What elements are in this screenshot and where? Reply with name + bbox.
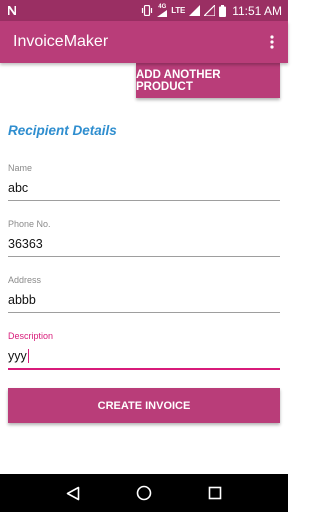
description-field[interactable]: Description yyy xyxy=(8,331,280,370)
clock-time: 11:51 xyxy=(232,3,262,18)
address-field-label: Address xyxy=(8,275,42,285)
vibrate-icon xyxy=(141,5,153,16)
description-field-underline xyxy=(8,368,280,370)
section-title: Recipient Details xyxy=(8,123,117,138)
address-input[interactable]: abbb xyxy=(8,292,280,308)
description-field-label: Description xyxy=(8,331,54,341)
phone-field[interactable]: Phone No. 36363 xyxy=(8,219,280,257)
address-field-underline xyxy=(8,312,280,313)
status-bar: 4G LTE 11:51 AM xyxy=(0,0,288,21)
notification-n-icon xyxy=(7,5,17,16)
recents-icon[interactable] xyxy=(203,481,227,505)
address-field[interactable]: Address abbb xyxy=(8,275,280,313)
phone-field-label: Phone No. xyxy=(8,219,51,229)
name-field-underline xyxy=(8,200,280,201)
more-vert-icon[interactable] xyxy=(264,32,280,52)
create-invoice-button[interactable]: CREATE INVOICE xyxy=(8,388,280,423)
network-type: LTE xyxy=(171,6,186,15)
navigation-bar xyxy=(0,474,288,512)
home-icon[interactable] xyxy=(132,481,156,505)
text-cursor xyxy=(27,349,29,363)
wifi-icon xyxy=(204,5,216,16)
add-another-product-button[interactable]: ADD ANOTHER PRODUCT xyxy=(136,63,280,98)
phone-field-underline xyxy=(8,256,280,257)
description-input[interactable]: yyy xyxy=(8,348,280,364)
back-icon[interactable] xyxy=(61,481,85,505)
name-field[interactable]: Name abc xyxy=(8,163,280,201)
signal-icon xyxy=(157,10,168,17)
signal-icon xyxy=(189,5,201,16)
clock-ampm: AM xyxy=(264,3,282,18)
app-title: InvoiceMaker xyxy=(13,33,109,50)
battery-icon xyxy=(219,4,227,17)
app-bar: InvoiceMaker xyxy=(0,21,288,63)
phone-input[interactable]: 36363 xyxy=(8,236,280,252)
name-field-label: Name xyxy=(8,163,33,173)
name-input[interactable]: abc xyxy=(8,180,280,196)
